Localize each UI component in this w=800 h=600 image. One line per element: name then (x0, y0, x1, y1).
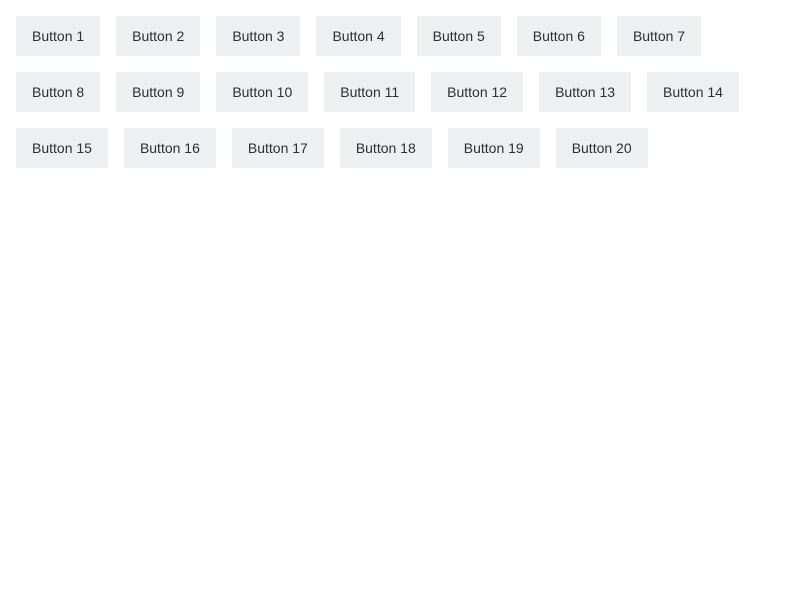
button-1[interactable]: Button 1 (16, 16, 101, 56)
button-17[interactable]: Button 17 (231, 128, 324, 168)
button-16[interactable]: Button 16 (123, 128, 216, 168)
button-12[interactable]: Button 12 (431, 72, 524, 112)
button-3[interactable]: Button 3 (216, 16, 301, 56)
button-5[interactable]: Button 5 (416, 16, 501, 56)
button-10[interactable]: Button 10 (216, 72, 309, 112)
button-9[interactable]: Button 9 (116, 72, 201, 112)
button-6[interactable]: Button 6 (516, 16, 601, 56)
button-15[interactable]: Button 15 (16, 128, 108, 168)
button-grid: Button 1 Button 2 Button 3 Button 4 Butt… (0, 0, 768, 168)
button-11[interactable]: Button 11 (324, 72, 416, 112)
button-4[interactable]: Button 4 (316, 16, 401, 56)
button-14[interactable]: Button 14 (647, 72, 739, 112)
button-2[interactable]: Button 2 (116, 16, 201, 56)
button-19[interactable]: Button 19 (447, 128, 540, 168)
button-7[interactable]: Button 7 (616, 16, 702, 56)
button-20[interactable]: Button 20 (555, 128, 648, 168)
button-18[interactable]: Button 18 (339, 128, 432, 168)
button-13[interactable]: Button 13 (539, 72, 632, 112)
button-8[interactable]: Button 8 (16, 72, 101, 112)
